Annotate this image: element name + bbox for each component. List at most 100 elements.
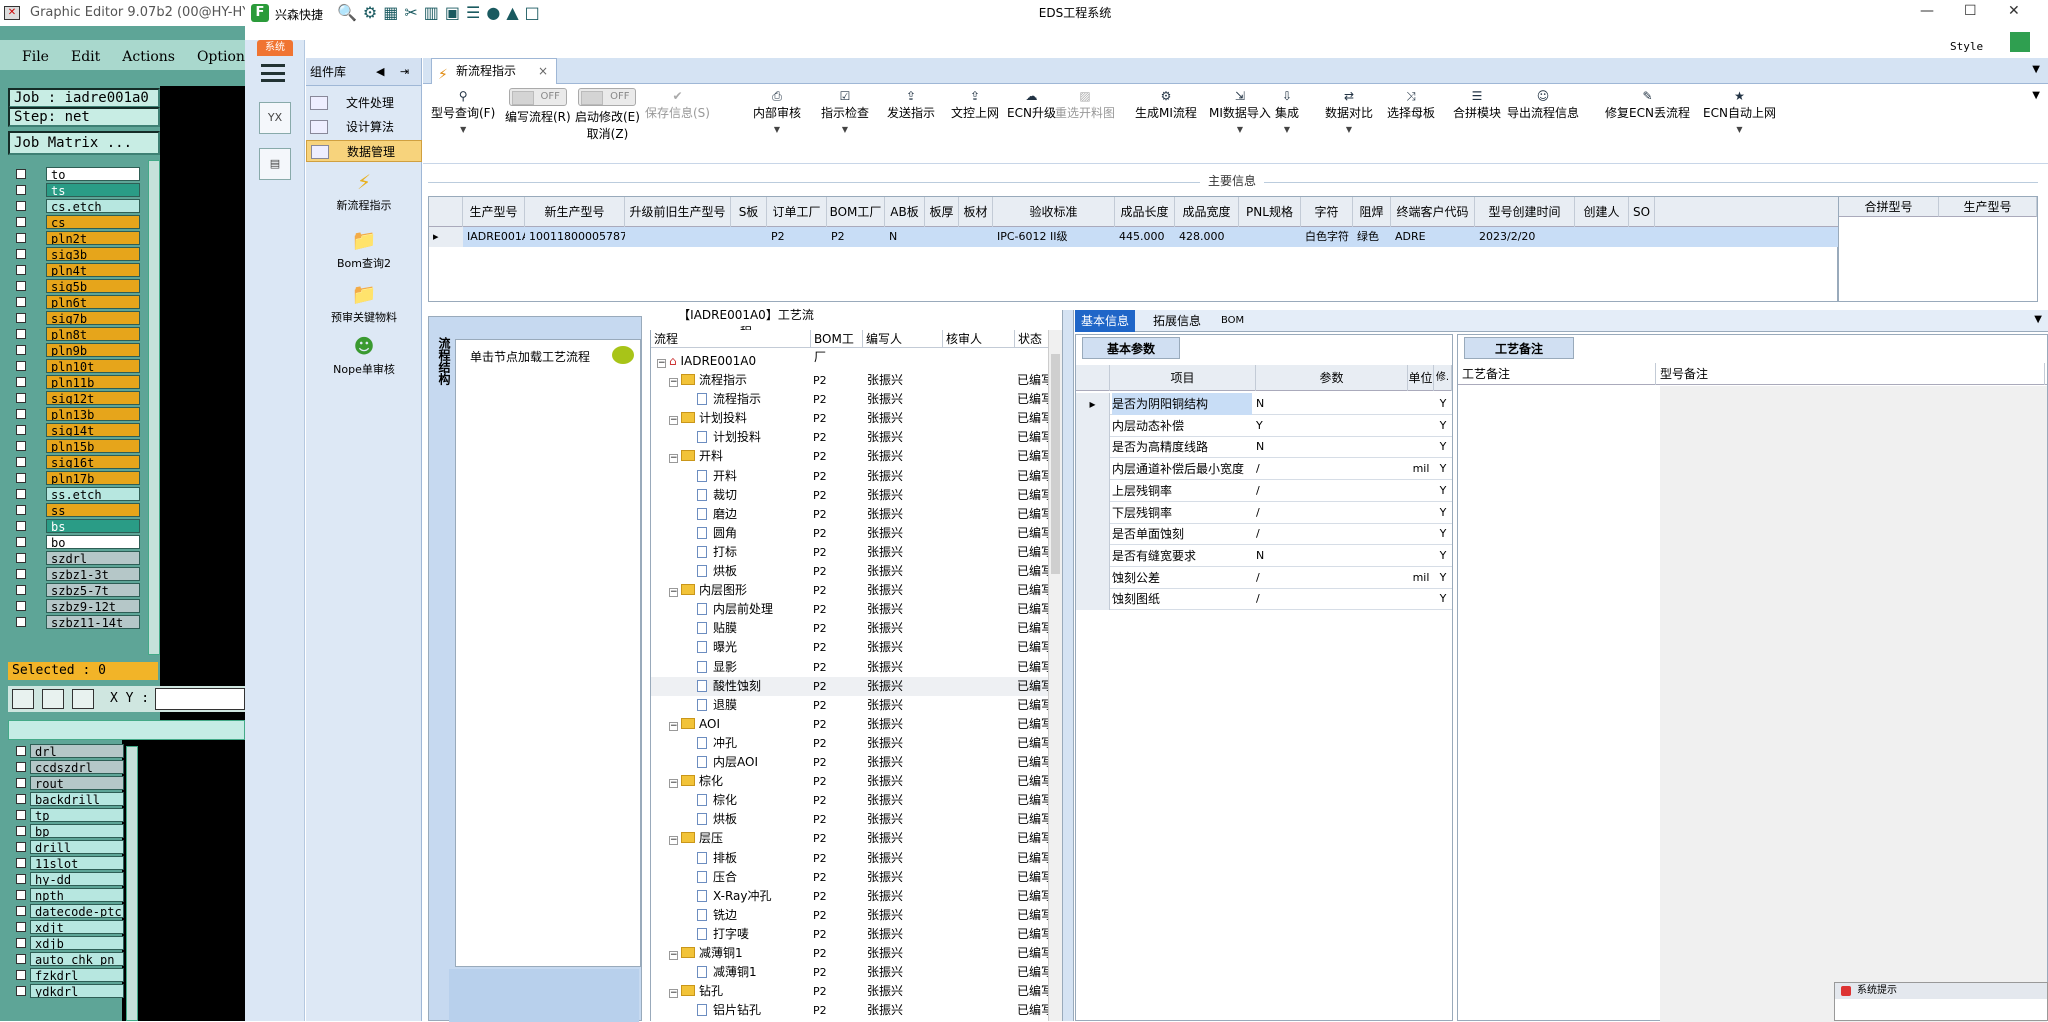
layer-checkbox[interactable] (16, 794, 26, 804)
tree-row[interactable]: 打标 P2 张振兴 已编写 (651, 543, 1049, 562)
layer-row[interactable]: pln15b (10, 438, 152, 454)
menu-actions[interactable]: Actions (122, 49, 175, 65)
layer-name[interactable]: xdjt (30, 920, 124, 934)
toolbar-button-7[interactable]: ⇪ 文控上网 (951, 88, 999, 121)
row-header[interactable] (1076, 588, 1110, 611)
tree-row[interactable]: − AOI P2 张振兴 已编写 (651, 715, 1049, 734)
layer-name[interactable]: pln15b (46, 439, 140, 453)
tree-node[interactable]: 烘板 (697, 810, 737, 829)
tree-node[interactable]: − 减薄铜1 (669, 944, 743, 963)
layer-checkbox[interactable] (16, 505, 26, 515)
table-row[interactable]: 下层残铜率 / Y (1076, 501, 1452, 524)
tree-row[interactable]: − 内层图形 P2 张振兴 已编写 (651, 581, 1049, 600)
layer-checkbox[interactable] (16, 473, 26, 483)
library-item-data[interactable]: 数据管理 (306, 140, 422, 162)
grid-tool-icon[interactable] (72, 689, 94, 709)
row-header[interactable] (1076, 458, 1110, 481)
grid-cell[interactable]: P2 (767, 227, 827, 247)
tree-node[interactable]: 曝光 (697, 638, 737, 657)
row-header[interactable] (1076, 501, 1110, 524)
tree-row[interactable]: 显影 P2 张振兴 已编写 (651, 658, 1049, 677)
tab-list-dropdown-icon[interactable]: ▼ (2032, 64, 2040, 75)
layer-row[interactable]: sig12t (10, 390, 152, 406)
layer-row[interactable]: pln8t (10, 326, 152, 342)
grid-header[interactable]: 字符 (1301, 197, 1353, 227)
layer-list-scrollbar[interactable] (148, 160, 160, 655)
merge-grid-header[interactable]: 合拼型号 (1839, 197, 1939, 217)
toolbar-button-17[interactable]: ✎ 修复ECN丢流程 (1605, 88, 1690, 121)
menu-edit[interactable]: Edit (71, 49, 100, 65)
layer-name[interactable]: sig5b (46, 279, 140, 293)
layer-row[interactable]: cs.etch (10, 198, 152, 214)
tree-row[interactable]: 退膜 P2 张振兴 已编写 (651, 696, 1049, 715)
collapse-icon[interactable]: − (669, 836, 678, 846)
grid-cell[interactable]: 2023/2/20 (1475, 227, 1575, 247)
tree-row[interactable]: 酸性蚀刻 P2 张振兴 已编写 (651, 676, 1049, 696)
layer-checkbox[interactable] (16, 874, 26, 884)
layer-row[interactable]: szbz11-14t (10, 614, 152, 630)
tree-node[interactable]: 退膜 (697, 696, 737, 715)
row-header[interactable] (1076, 523, 1110, 546)
layer-checkbox[interactable] (16, 265, 26, 275)
grid-header[interactable]: 验收标准 (993, 197, 1115, 227)
layer-name[interactable]: pln9b (46, 343, 140, 357)
tree-row[interactable]: 烘板 P2 张振兴 已编写 (651, 810, 1049, 829)
layer-row[interactable]: cs (10, 214, 152, 230)
layer-checkbox[interactable] (16, 778, 26, 788)
tree-row[interactable]: − 流程指示 P2 张振兴 已编写 (651, 371, 1049, 390)
table-row[interactable]: 上层残铜率 / Y (1076, 479, 1452, 502)
grid-header[interactable]: PNL规格 (1239, 197, 1301, 227)
layer-checkbox[interactable] (16, 185, 26, 195)
dropdown-arrow-icon[interactable]: ▼ (1703, 125, 1776, 134)
layer-checkbox[interactable] (16, 842, 26, 852)
tree-node[interactable]: − AOI (669, 715, 720, 734)
tree-header-bom[interactable]: BOM工厂 (811, 330, 863, 364)
tree-root[interactable]: − ⌂ IADRE001A0 (651, 352, 1049, 371)
layer-checkbox[interactable] (16, 169, 26, 179)
library-collapse-icon[interactable]: ◀ (376, 58, 384, 86)
dropdown-arrow-icon[interactable]: ▼ (1325, 125, 1373, 134)
merge-grid-header[interactable]: 生产型号 (1939, 197, 2037, 217)
tool-nope-review[interactable]: ☻ Nope单审核 (306, 334, 422, 377)
tree-node[interactable]: 压合 (697, 868, 737, 887)
layer-checkbox[interactable] (16, 233, 26, 243)
layer-row[interactable]: sig7b (10, 310, 152, 326)
measure-tool-icon[interactable] (42, 689, 64, 709)
layer-checkbox[interactable] (16, 201, 26, 211)
layer-name[interactable]: bp (30, 824, 124, 838)
tree-header-status[interactable]: 状态 (1015, 330, 1049, 348)
param-value[interactable]: / (1256, 458, 1406, 480)
layer-name[interactable]: xdjb (30, 936, 124, 950)
toggle-switch[interactable]: OFF (508, 88, 567, 106)
layer-name[interactable]: sig7b (46, 311, 140, 325)
layer-row[interactable]: szbz5-7t (10, 582, 152, 598)
param-value[interactable]: N (1256, 545, 1406, 567)
grid-cell[interactable] (1629, 227, 1655, 247)
tree-row[interactable]: − 减薄铜1 P2 张振兴 已编写 (651, 944, 1049, 963)
layer-name[interactable]: sig3b (46, 247, 140, 261)
dropdown-arrow-icon[interactable]: ▼ (1209, 125, 1271, 134)
layer-name[interactable]: hy-dd (30, 872, 124, 886)
layer-name[interactable]: pln8t (46, 327, 140, 341)
tree-row[interactable]: 内层前处理 P2 张振兴 已编写 (651, 600, 1049, 619)
param-value[interactable]: / (1256, 567, 1406, 589)
tree-node[interactable]: − 钻孔 (669, 982, 723, 1001)
grid-cell[interactable] (1575, 227, 1629, 247)
menu-options[interactable]: Options (197, 49, 245, 65)
grid-header[interactable]: BOM工厂 (827, 197, 885, 227)
grid-header[interactable]: AB板 (885, 197, 925, 227)
toolbar-button-1[interactable]: OFF 编写流程(R) (505, 88, 571, 125)
tree-row[interactable]: 打字唛 P2 张振兴 已编写 (651, 925, 1049, 944)
toolbar-button-11[interactable]: ⇲ MI数据导入 ▼ (1209, 88, 1271, 134)
layer-row[interactable]: pln9b (10, 342, 152, 358)
toolbar-button-13[interactable]: ⇄ 数据对比 ▼ (1325, 88, 1373, 134)
layer-row[interactable]: bs (10, 518, 152, 534)
layer-checkbox[interactable] (16, 409, 26, 419)
flow-structure-area[interactable]: 单击节点加载工艺流程 (455, 339, 641, 967)
layer-name[interactable]: cs (46, 215, 140, 229)
toolbar-overflow-icon[interactable]: ▼ (2032, 90, 2040, 101)
tree-node[interactable]: 减薄铜1 (697, 963, 757, 982)
layer-checkbox[interactable] (16, 393, 26, 403)
layer-name[interactable]: datecode-ptc (30, 904, 124, 918)
row-header[interactable] (1076, 414, 1110, 437)
